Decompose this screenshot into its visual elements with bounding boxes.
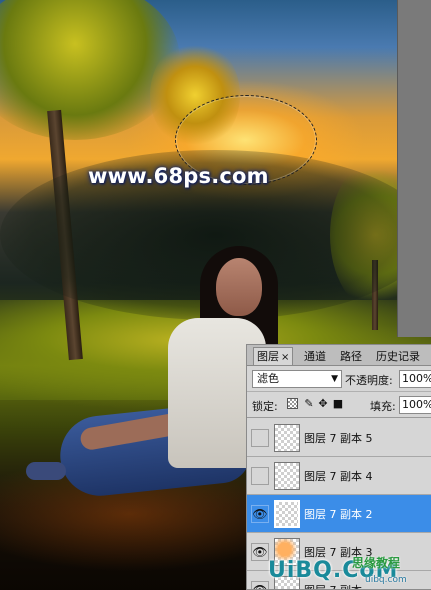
blend-mode-value: 滤色 xyxy=(257,372,279,385)
lock-transparency-icon[interactable] xyxy=(287,398,298,409)
fill-input[interactable]: 100% xyxy=(399,396,431,414)
tab-layers-label: 图层 xyxy=(257,350,279,363)
lock-icon[interactable]: ■ xyxy=(332,398,344,410)
visibility-toggle[interactable] xyxy=(251,429,269,447)
person-face xyxy=(216,258,262,316)
opacity-label: 不透明度: xyxy=(345,374,393,387)
opacity-input[interactable]: 100% xyxy=(399,370,431,388)
site-watermark-url: uibq.com xyxy=(365,575,407,585)
layer-name: 图层 7 副本 xyxy=(304,582,362,589)
layers-panel: 图层 × 通道 路径 历史记录 滤色 ▼ 不透明度: 100% 锁定: ✎ ✥ ■… xyxy=(246,344,431,590)
layer-name: 图层 7 副本 5 xyxy=(304,432,373,445)
layer-row-selected[interactable]: 👁 图层 7 副本 2 xyxy=(247,495,431,533)
blend-row: 滤色 ▼ 不透明度: 100% xyxy=(247,367,431,392)
layer-name: 图层 7 副本 2 xyxy=(304,508,373,521)
close-icon[interactable]: × xyxy=(281,352,289,363)
fill-label: 填充: xyxy=(370,400,396,413)
lock-row: 锁定: ✎ ✥ ■ 填充: 100% xyxy=(247,393,431,418)
layer-thumbnail xyxy=(274,424,300,452)
blend-mode-select[interactable]: 滤色 ▼ xyxy=(252,370,342,388)
layer-row[interactable]: 图层 7 副本 5 xyxy=(247,419,431,457)
chevron-down-icon: ▼ xyxy=(331,374,338,384)
layer-name: 图层 7 副本 4 xyxy=(304,470,373,483)
tab-paths-label: 路径 xyxy=(340,350,362,363)
tree-left-foliage xyxy=(0,0,180,140)
lock-label: 锁定: xyxy=(252,400,278,413)
canvas-gray-edge xyxy=(397,0,431,337)
tab-layers[interactable]: 图层 × xyxy=(253,347,294,365)
visibility-toggle[interactable] xyxy=(251,467,269,485)
tab-history[interactable]: 历史记录 xyxy=(372,347,424,365)
brush-icon[interactable]: ✎ xyxy=(303,398,315,410)
panel-tabs: 图层 × 通道 路径 历史记录 xyxy=(247,345,431,366)
tab-paths[interactable]: 路径 xyxy=(336,347,366,365)
layer-thumbnail xyxy=(274,500,300,528)
move-icon[interactable]: ✥ xyxy=(317,398,329,410)
eye-icon[interactable]: 👁 xyxy=(251,505,269,523)
tab-history-label: 历史记录 xyxy=(376,350,420,363)
person-shoe xyxy=(26,462,66,480)
layer-thumbnail xyxy=(274,462,300,490)
eye-icon[interactable]: 👁 xyxy=(251,543,269,561)
watermark-68ps: www.68ps.com xyxy=(88,164,269,188)
tab-channels-label: 通道 xyxy=(304,350,326,363)
site-watermark-cn: 思缘教程 xyxy=(352,556,401,570)
layer-row[interactable]: 图层 7 副本 4 xyxy=(247,457,431,495)
eye-icon[interactable]: 👁 xyxy=(251,581,269,589)
tab-channels[interactable]: 通道 xyxy=(300,347,330,365)
